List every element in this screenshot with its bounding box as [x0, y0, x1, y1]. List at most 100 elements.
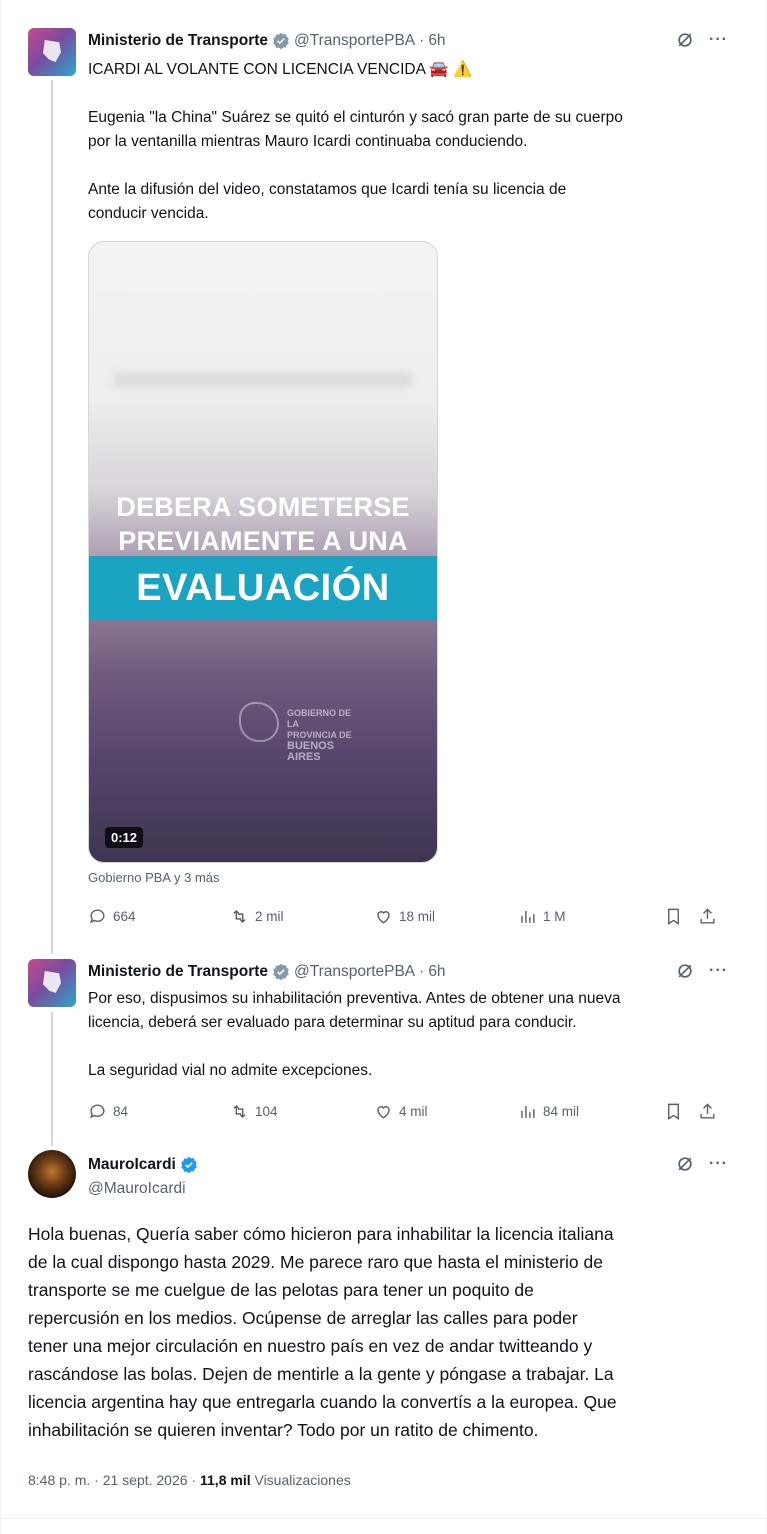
share-button[interactable]: [698, 1102, 717, 1121]
more-icon[interactable]: ···: [709, 1155, 728, 1173]
video-caption-line: DEBERA SOMETERSE: [116, 492, 410, 522]
tweet-text-line: Eugenia "la China" Suárez se quitó el ci…: [88, 109, 623, 126]
tweet-timestamp[interactable]: 8:48 p. m. · 21 sept. 2026 ·: [28, 1472, 200, 1488]
share-icon: [700, 907, 715, 924]
tweet-text-line: por la ventanilla mientras Mauro Icardi …: [88, 133, 528, 150]
bookmark-button[interactable]: [664, 907, 683, 926]
tweet-header: Ministerio de Transporte @TransportePBA …: [88, 961, 728, 983]
tweet-text-line: de la cual dispongo hasta 2029. Me parec…: [28, 1252, 603, 1272]
repost-icon: [233, 1104, 246, 1118]
tweet-top-icons: ···: [675, 30, 728, 50]
like-icon: [377, 1105, 390, 1119]
tweet-text-line: repercusión en los medios. Ocúpense de a…: [28, 1308, 578, 1328]
views-button[interactable]: 84 mil: [518, 1102, 579, 1121]
media-credit[interactable]: Gobierno PBA y 3 más: [88, 870, 220, 885]
avatar[interactable]: [28, 959, 76, 1007]
grok-icon[interactable]: [675, 961, 695, 981]
bookmark-icon: [668, 908, 679, 925]
verified-badge-icon: [273, 32, 289, 50]
tweet-time[interactable]: 6h: [428, 32, 445, 50]
bookmark-button[interactable]: [664, 1102, 683, 1121]
views-count: 1 M: [543, 908, 566, 924]
logo-text: GOBIERNO DE LA PROVINCIA DE BUENOS AIRES: [287, 708, 359, 763]
logo-text-line: GOBIERNO DE LA: [287, 708, 352, 729]
views-icon: [521, 1105, 535, 1118]
like-count: 4 mil: [399, 1103, 428, 1119]
tweet-2[interactable]: Ministerio de Transporte @TransportePBA …: [1, 955, 767, 1145]
repost-count: 104: [255, 1103, 278, 1119]
tweet-text-line: La seguridad vial no admite excepciones.: [88, 1062, 373, 1079]
tweet-top-icons: ···: [675, 1154, 728, 1174]
tweet-metadata: 8:48 p. m. · 21 sept. 2026 · 11,8 mil Vi…: [28, 1472, 351, 1488]
timeline-frame: Ministerio de Transporte @TransportePBA …: [0, 0, 767, 1534]
action-bar: 664 2 mil 18 mil 1 M: [88, 904, 720, 928]
reply-button[interactable]: 84: [88, 1102, 128, 1121]
author-name[interactable]: Ministerio de Transporte: [88, 32, 268, 50]
video-highlight-bar: EVALUACIÓN: [89, 556, 437, 620]
blurred-caption: [113, 372, 413, 388]
tweet-text-line: inhabilitación se quieren inventar? Todo…: [28, 1420, 539, 1440]
author-handle[interactable]: @MauroIcardi: [88, 1180, 186, 1198]
more-icon[interactable]: ···: [709, 962, 728, 980]
like-count: 18 mil: [399, 908, 436, 924]
share-button[interactable]: [698, 907, 717, 926]
government-logo: GOBIERNO DE LA PROVINCIA DE BUENOS AIRES: [239, 702, 359, 763]
author-handle[interactable]: @TransportePBA: [294, 32, 415, 50]
views-label: Visualizaciones: [250, 1472, 351, 1488]
views-count: 84 mil: [543, 1103, 580, 1119]
tweet-text-line: transporte se me cuelgue de las pelotas …: [28, 1280, 534, 1300]
tweet-3-focused[interactable]: MauroIcardi @MauroIcardi ··· Hola buenas…: [1, 1150, 767, 1534]
divider: [1, 1518, 767, 1519]
video-caption-line: PREVIAMENTE A UNA: [118, 526, 408, 556]
tweet-text-line: rascándose las bolas. Dejen de mentirle …: [28, 1364, 614, 1384]
tweet-top-icons: ···: [675, 961, 728, 981]
repost-icon: [233, 909, 246, 923]
grok-icon[interactable]: [675, 1154, 695, 1174]
repost-button[interactable]: 2 mil: [230, 907, 284, 926]
tweet-text-line: tener una mejor circulación en nuestro p…: [28, 1336, 593, 1356]
more-icon[interactable]: ···: [709, 31, 728, 49]
tweet-time[interactable]: 6h: [428, 963, 445, 981]
tweet-text-line: Ante la difusión del video, constatamos …: [88, 181, 567, 198]
tweet-header: MauroIcardi: [88, 1154, 728, 1176]
tweet-1[interactable]: Ministerio de Transporte @TransportePBA …: [1, 0, 767, 945]
avatar[interactable]: [28, 28, 76, 76]
reply-icon: [89, 1103, 105, 1118]
repost-count: 2 mil: [255, 908, 284, 924]
separator: ·: [419, 963, 425, 980]
reply-count: 84: [113, 1103, 129, 1119]
author-name[interactable]: Ministerio de Transporte: [88, 963, 268, 981]
tweet-text-line: Por eso, dispusimos su inhabilitación pr…: [88, 990, 621, 1007]
tweet-subheader: @MauroIcardi: [88, 1178, 728, 1200]
views-total: 11,8 mil: [200, 1472, 251, 1488]
author-handle[interactable]: @TransportePBA: [294, 963, 415, 981]
tweet-header: Ministerio de Transporte @TransportePBA …: [88, 30, 728, 52]
like-button[interactable]: 18 mil: [374, 907, 435, 926]
video-player[interactable]: DEBERA SOMETERSE PREVIAMENTE A UNA EVALU…: [88, 241, 438, 863]
verified-badge-icon: [273, 963, 289, 981]
province-map-icon: [239, 702, 279, 742]
like-icon: [377, 910, 390, 924]
reply-count: 664: [113, 908, 136, 924]
share-icon: [700, 1102, 715, 1119]
tweet-text-line: ICARDI AL VOLANTE CON LICENCIA VENCIDA 🚘…: [88, 61, 473, 78]
author-name[interactable]: MauroIcardi: [88, 1156, 176, 1174]
avatar[interactable]: [28, 1150, 76, 1198]
action-bar: 84 104 4 mil 84 mil: [88, 1099, 720, 1123]
reply-icon: [89, 908, 105, 923]
grok-icon[interactable]: [675, 30, 695, 50]
separator: ·: [419, 32, 425, 49]
logo-text-line: AIRES: [287, 751, 321, 763]
tweet-text-line: conducir vencida.: [88, 205, 209, 222]
tweet-text-line: Hola buenas, Quería saber cómo hicieron …: [28, 1224, 614, 1244]
like-button[interactable]: 4 mil: [374, 1102, 428, 1121]
tweet-text-line: licencia argentina hay que entregarla cu…: [28, 1392, 617, 1412]
tweet-text-line: licencia, deberá ser evaluado para deter…: [88, 1014, 577, 1031]
verified-badge-icon: [181, 1156, 197, 1174]
repost-button[interactable]: 104: [230, 1102, 278, 1121]
reply-button[interactable]: 664: [88, 907, 136, 926]
views-icon: [521, 910, 535, 923]
bookmark-icon: [668, 1103, 679, 1120]
views-button[interactable]: 1 M: [518, 907, 566, 926]
video-duration: 0:12: [105, 827, 144, 848]
